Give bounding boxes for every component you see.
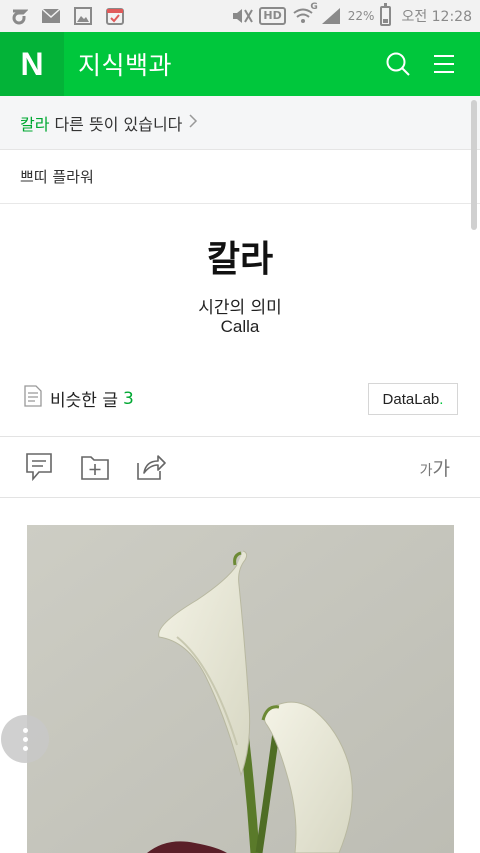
menu-icon (434, 55, 454, 73)
signal-icon (320, 6, 342, 26)
calla-lily-photo[interactable] (27, 525, 454, 853)
status-bar: HD G 22% 오전 12:28 (0, 0, 480, 32)
notice-keyword: 칼라 (20, 114, 50, 134)
chevron-right-icon (188, 113, 198, 132)
entry-title: 칼라 (206, 239, 274, 280)
search-icon (386, 52, 410, 76)
similar-count: 3 (122, 388, 134, 409)
similar-label: 비슷한 글 (50, 391, 118, 411)
entry-subtitle: 시간의 의미 (198, 298, 282, 318)
disambiguation-notice[interactable]: 칼라 다른 뜻이 있습니다 (0, 96, 480, 150)
mute-icon (231, 6, 254, 26)
scrollbar[interactable] (471, 100, 477, 230)
network-type-label: G (310, 2, 318, 12)
entry-subtitle-en: Calla (220, 317, 260, 336)
mail-icon (40, 6, 62, 26)
header-actions (384, 50, 480, 78)
status-left-icons (8, 6, 126, 26)
font-size-large-label: 가 (432, 457, 450, 480)
comment-button[interactable] (24, 452, 54, 482)
share-button[interactable] (136, 452, 166, 482)
datalab-button[interactable]: DataLab. (368, 383, 458, 415)
app-header: N 지식백과 (0, 32, 480, 96)
dot-icon (22, 727, 28, 733)
service-title[interactable]: 지식백과 (78, 46, 172, 82)
hd-voice-icon: HD (259, 7, 286, 25)
save-to-folder-button[interactable] (80, 452, 110, 482)
battery-icon (380, 3, 392, 26)
document-icon (24, 385, 42, 412)
more-options-button[interactable] (1, 715, 49, 763)
notification-icon (8, 6, 30, 26)
font-size-small-label: 가 (419, 462, 433, 479)
wifi-icon: G (292, 2, 318, 26)
menu-button[interactable] (430, 50, 458, 78)
datalab-dot: . (439, 390, 444, 408)
folder-add-icon (81, 456, 109, 480)
divider (0, 497, 480, 498)
comment-icon (26, 453, 52, 482)
clock: 오전 12:28 (401, 9, 472, 25)
search-button[interactable] (384, 50, 412, 78)
category-breadcrumb[interactable]: 쁘띠 플라워 (0, 150, 480, 204)
share-icon (137, 455, 166, 480)
dot-icon (22, 745, 28, 751)
article-toolbar: 가가 (0, 437, 480, 497)
status-right-icons: HD G 22% 오전 12:28 (231, 2, 472, 26)
gallery-icon (72, 6, 94, 26)
dot-icon (22, 736, 28, 742)
naver-logo[interactable]: N (0, 32, 64, 96)
calendar-icon (104, 6, 126, 26)
battery-percent: 22% (347, 9, 375, 23)
similar-articles-link[interactable]: 비슷한 글 3 (24, 385, 134, 412)
notice-text: 다른 뜻이 있습니다 (54, 114, 183, 134)
datalab-label: DataLab (382, 390, 440, 408)
font-size-button[interactable]: 가가 (420, 454, 450, 481)
